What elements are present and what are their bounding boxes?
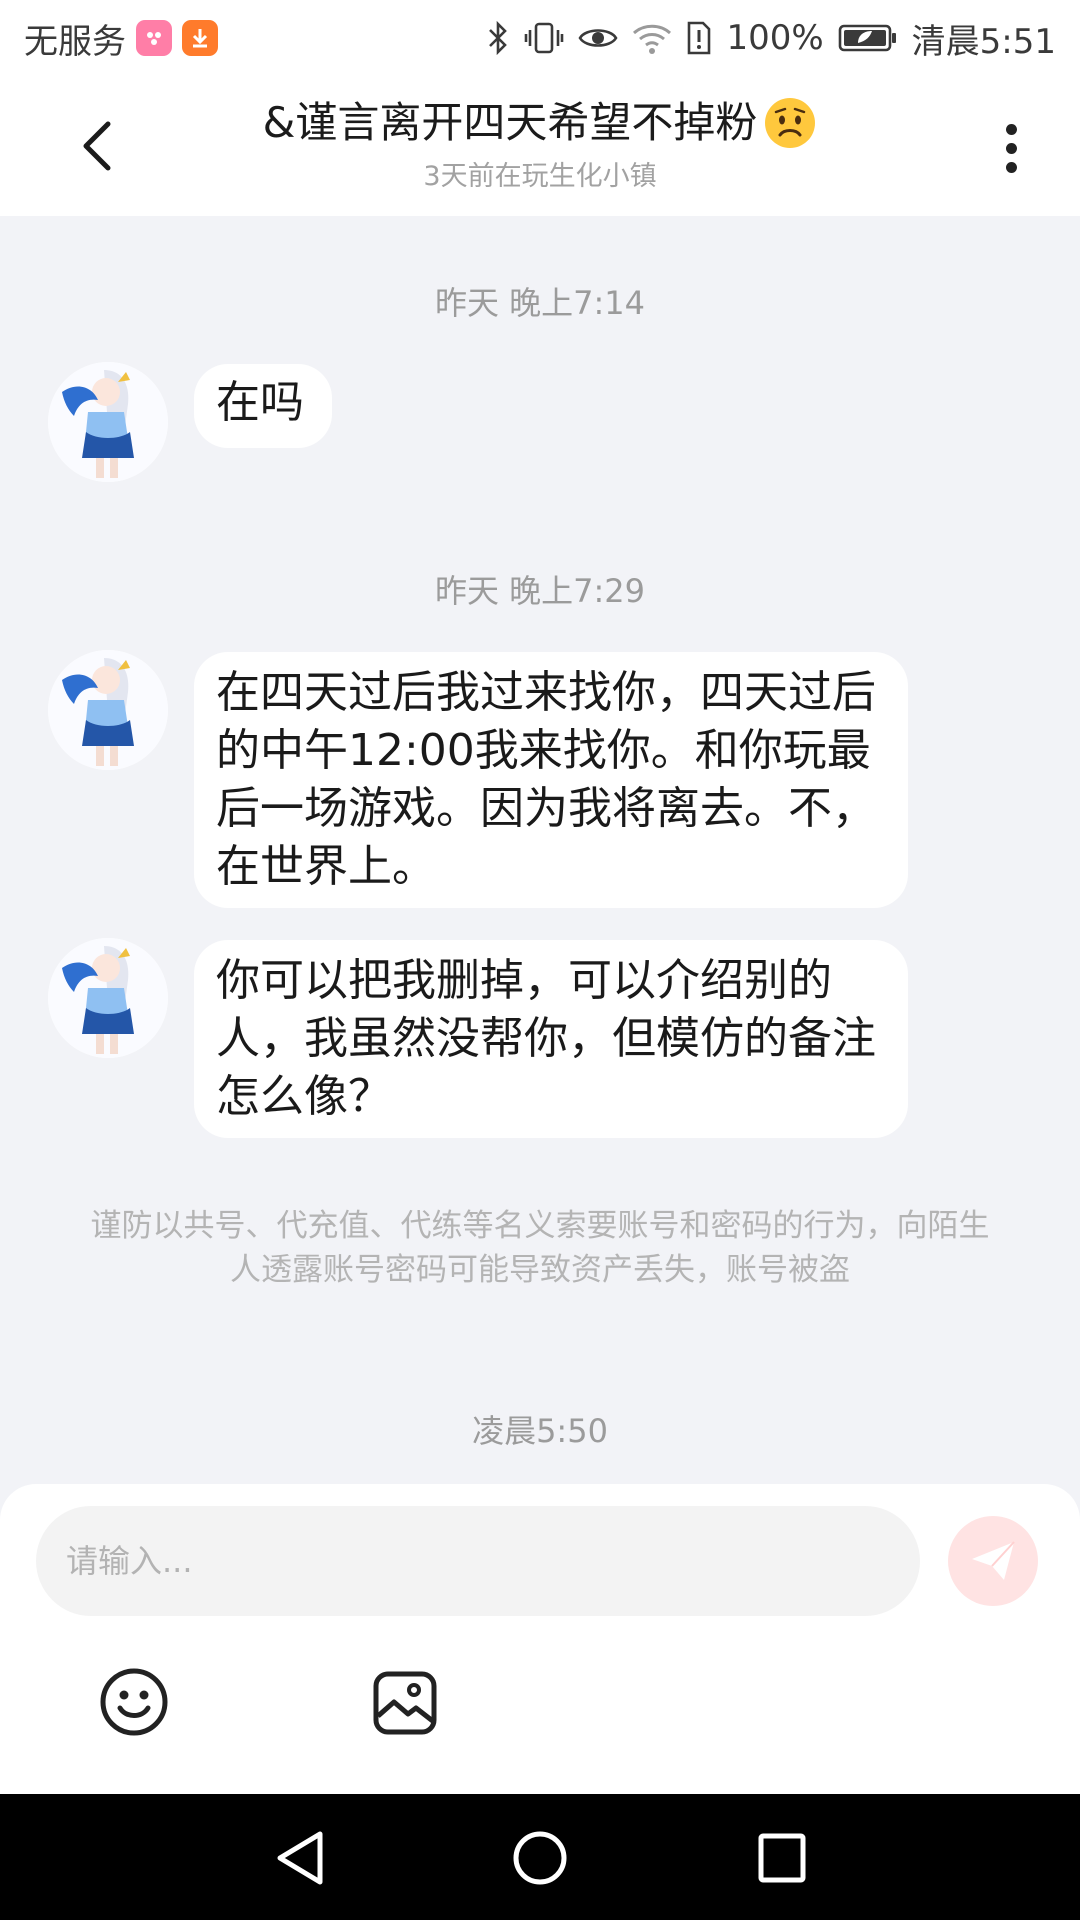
nav-back-icon: [277, 1831, 323, 1885]
send-button[interactable]: [948, 1516, 1038, 1606]
nav-back-button[interactable]: [272, 1828, 328, 1892]
avatar[interactable]: [48, 362, 168, 482]
nav-recents-icon: [758, 1833, 806, 1883]
worried-face-icon: [763, 96, 817, 150]
clock: 清晨5:51: [911, 21, 1056, 62]
image-button[interactable]: [372, 1670, 438, 1736]
back-button[interactable]: [70, 114, 130, 178]
nav-home-button[interactable]: [512, 1828, 568, 1892]
message-text: 你可以把我删掉，可以介绍别的人，我虽然没帮你，但模仿的备注怎么像？: [216, 955, 876, 1122]
chevron-left-icon: [83, 121, 111, 171]
image-icon: [373, 1671, 437, 1735]
composer: [0, 1484, 1080, 1794]
emoji-button[interactable]: [100, 1668, 168, 1736]
chat-header: &谨言离开四天希望不掉粉 3天前在玩生化小镇: [0, 76, 1080, 216]
message-timestamp: 昨天 晚上7:29: [434, 572, 646, 610]
status-left: 无服务: [24, 0, 218, 76]
message-bubble[interactable]: 在吗: [194, 364, 332, 448]
security-notice: 谨防以共号、代充值、代练等名义索要账号和密码的行为，向陌生人透露账号密码可能导致…: [90, 1208, 990, 1288]
wifi-icon: [632, 20, 672, 56]
message-timestamp: 昨天 晚上7:14: [434, 284, 646, 322]
message-input[interactable]: [36, 1506, 920, 1616]
message-bubble[interactable]: 在四天过后我过来找你，四天过后的中午12:00我来找你。和你玩最后一场游戏。因为…: [194, 652, 908, 908]
eye-icon: [578, 20, 618, 56]
message-timestamp: 凌晨5:50: [472, 1412, 608, 1450]
send-icon: [972, 1541, 1015, 1580]
more-options-button[interactable]: [994, 116, 1030, 180]
status-right: 100% 清晨5:51: [486, 0, 1056, 76]
message-bubble[interactable]: 你可以把我删掉，可以介绍别的人，我虽然没帮你，但模仿的备注怎么像？: [194, 940, 908, 1138]
battery-percent: 100%: [726, 18, 824, 58]
system-nav-bar: [0, 1794, 1080, 1920]
chat-title: &谨言离开四天希望不掉粉: [262, 98, 758, 147]
nav-home-icon: [513, 1831, 567, 1885]
app-badge-icon: [136, 20, 172, 56]
message-list[interactable]: 昨天 晚上7:14 在吗 昨天 晚上7:29 在四天过后我过来找你，四天过后的中…: [0, 216, 1080, 1486]
download-badge-icon: [182, 20, 218, 56]
vibrate-icon: [524, 20, 564, 56]
avatar[interactable]: [48, 938, 168, 1058]
battery-icon: [838, 23, 898, 53]
anime-avatar-icon: [48, 650, 168, 770]
message-text: 在四天过后我过来找你，四天过后的中午12:00我来找你。和你玩最后一场游戏。因为…: [216, 667, 876, 892]
nav-recents-button[interactable]: [756, 1830, 808, 1890]
title-block: &谨言离开四天希望不掉粉 3天前在玩生化小镇: [200, 96, 880, 193]
status-bar: 无服务 100% 清晨5:51: [0, 0, 1080, 76]
smiley-icon: [100, 1668, 168, 1736]
chat-title-row: &谨言离开四天希望不掉粉: [263, 96, 818, 150]
carrier-label: 无服务: [24, 21, 126, 62]
message-text: 在吗: [216, 377, 304, 428]
chat-subtitle: 3天前在玩生化小镇: [423, 161, 657, 192]
sim-alert-icon: [686, 20, 712, 56]
avatar[interactable]: [48, 650, 168, 770]
bluetooth-icon: [486, 20, 510, 56]
anime-avatar-icon: [48, 938, 168, 1058]
anime-avatar-icon: [48, 362, 168, 482]
